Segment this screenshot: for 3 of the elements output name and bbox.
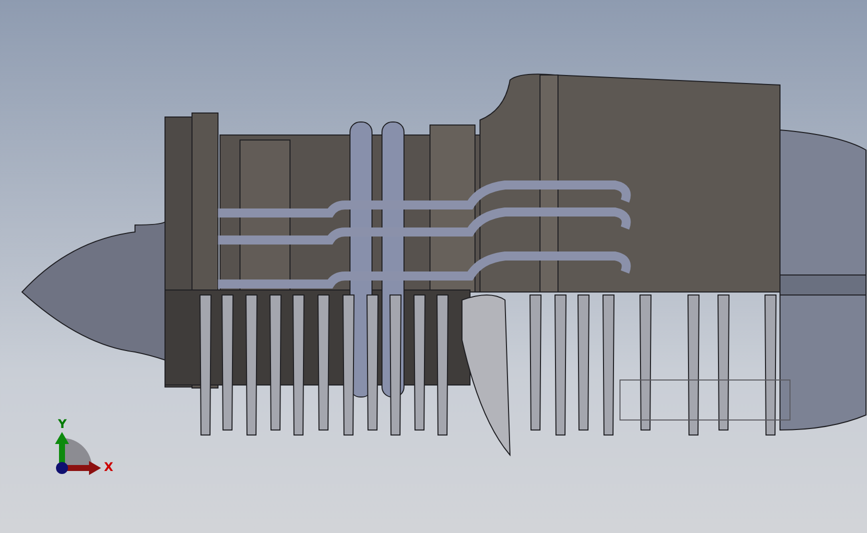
axis-triad-icon (55, 432, 101, 475)
axis-label: Y (58, 417, 67, 431)
axis-label: X (104, 460, 114, 474)
